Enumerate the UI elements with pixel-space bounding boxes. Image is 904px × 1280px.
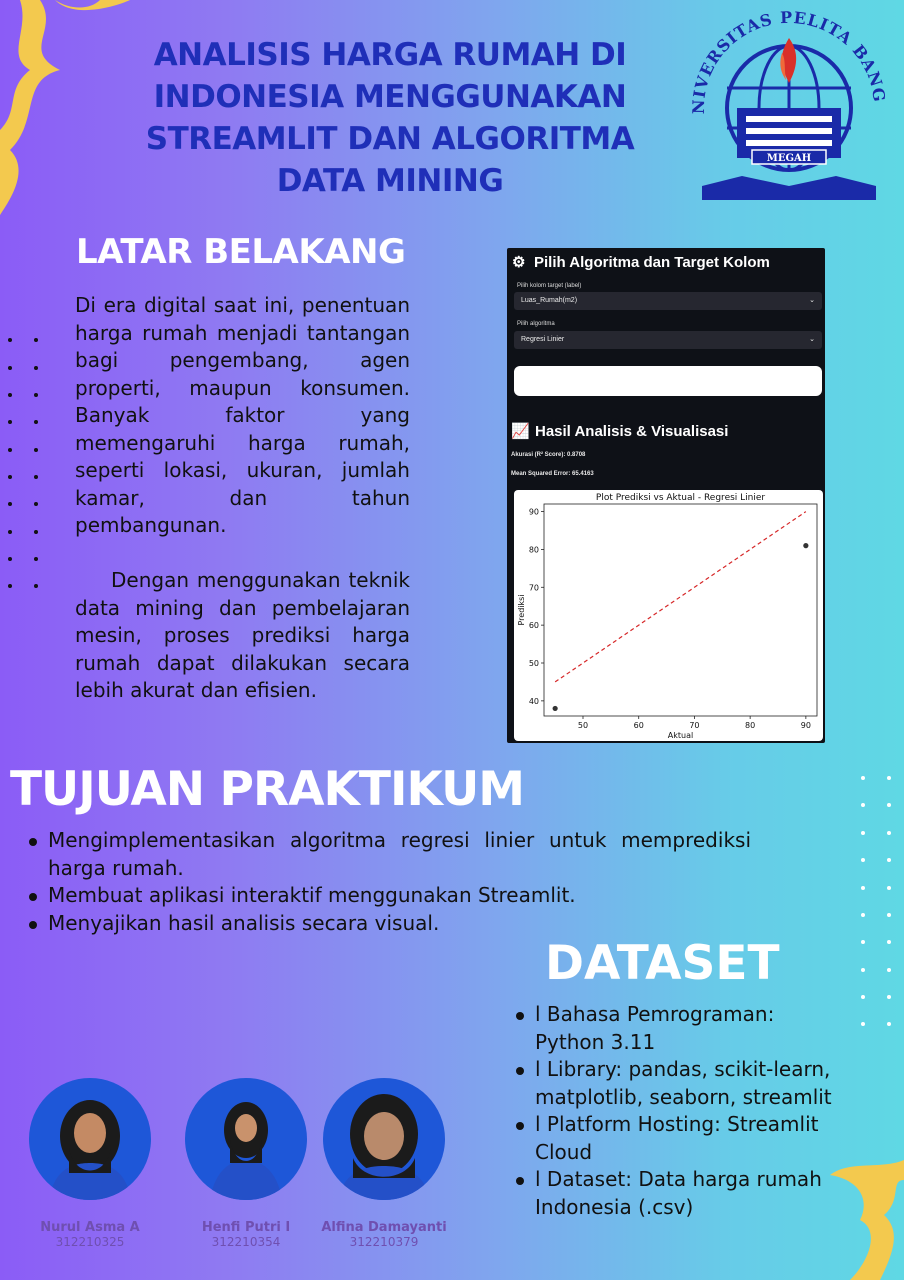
logo-banner: MEGAH — [767, 153, 811, 164]
x-tick-label: 90 — [801, 721, 811, 730]
target-select-value: Luas_Rumah(m2) — [521, 297, 578, 304]
chevron-down-icon: ⌄ — [809, 336, 815, 343]
chevron-down-icon: ⌄ — [809, 297, 815, 304]
y-axis-label: Prediksi — [517, 594, 526, 625]
plot-card: Plot Prediksi vs Aktual - Regresi Linier… — [514, 490, 823, 741]
list-item: Mengimplementasikan algoritma regresi li… — [24, 827, 751, 882]
avatar — [323, 1078, 445, 1200]
accuracy-text: Akurasi (R² Score): 0.8708 — [511, 452, 586, 458]
member-nim: 312210325 — [55, 1235, 125, 1249]
panel-header-2: Hasil Analisis & Visualisasi — [535, 423, 729, 440]
algo-select[interactable]: Regresi Linier ⌄ — [514, 331, 822, 349]
y-tick-label: 70 — [529, 583, 539, 592]
target-select[interactable]: Luas_Rumah(m2) ⌄ — [514, 292, 822, 310]
tujuan-heading: TUJUAN PRAKTIKUM — [10, 762, 525, 817]
scatter-point — [552, 705, 558, 712]
x-tick-label: 70 — [689, 721, 699, 730]
latar-paragraph-2: Dengan menggunakan teknik data mining da… — [75, 568, 410, 702]
algo-label: Pilih algoritma — [517, 321, 555, 327]
chart-title: Plot Prediksi vs Aktual - Regresi Linier — [596, 493, 766, 503]
list-item: l Dataset: Data harga rumah Indonesia (.… — [511, 1166, 841, 1221]
x-axis-label: Aktual — [668, 731, 693, 740]
list-item: Menyajikan hasil analisis secara visual. — [24, 910, 751, 938]
target-label: Pilih kolom target (label) — [517, 283, 582, 289]
scatter-point — [803, 543, 809, 549]
x-tick-label: 80 — [745, 721, 755, 730]
streamlit-screenshot: ⚙ Pilih Algoritma dan Target Kolom Pilih… — [507, 248, 825, 743]
latar-heading: LATAR BELAKANG — [76, 232, 406, 272]
y-tick-label: 50 — [529, 659, 539, 668]
x-tick-label: 50 — [578, 721, 588, 730]
member-nim: 312210354 — [211, 1235, 281, 1249]
latar-paragraph-1: Di era digital saat ini, penentuan harga… — [75, 293, 410, 537]
y-tick-label: 90 — [529, 508, 539, 517]
y-tick-label: 80 — [529, 545, 539, 554]
dataset-list: l Bahasa Pemrograman: Python 3.11 l Libr… — [511, 1001, 841, 1221]
list-item: Membuat aplikasi interaktif menggunakan … — [24, 882, 751, 910]
y-tick-label: 40 — [529, 697, 539, 706]
blank-output-box — [514, 366, 822, 396]
team-member: Nurul Asma A 312210325 — [10, 1078, 170, 1249]
team-member: Henfi Putri I 312210354 — [166, 1078, 326, 1249]
algo-select-value: Regresi Linier — [521, 336, 565, 343]
member-name: Henfi Putri I — [201, 1220, 291, 1235]
avatar — [29, 1078, 151, 1200]
x-tick-label: 60 — [634, 721, 644, 730]
panel-header-1: Pilih Algoritma dan Target Kolom — [534, 254, 770, 271]
member-nim: 312210379 — [349, 1235, 419, 1249]
gear-icon: ⚙ — [512, 254, 526, 271]
poster-title: ANALISIS HARGA RUMAH DI INDONESIA MENGGU… — [145, 37, 635, 199]
team-member: Alfina Damayanti 312210379 — [304, 1078, 464, 1249]
y-tick-label: 60 — [529, 621, 539, 630]
member-name: Nurul Asma A — [40, 1220, 140, 1235]
avatar — [185, 1078, 307, 1200]
list-item: l Platform Hosting: Streamlit Cloud — [511, 1111, 841, 1166]
university-logo: UNIVERSITAS PELITA BANGSA MEGAH — [682, 8, 888, 200]
tujuan-list: Mengimplementasikan algoritma regresi li… — [24, 827, 751, 937]
list-item: l Library: pandas, scikit-learn, matplot… — [511, 1056, 841, 1111]
mse-text: Mean Squared Error: 65.4163 — [511, 471, 594, 477]
prediction-chart: Plot Prediksi vs Aktual - Regresi Linier… — [517, 493, 818, 740]
member-name: Alfina Damayanti — [321, 1220, 447, 1235]
chart-icon: 📈 — [511, 423, 530, 440]
plot-frame — [543, 503, 818, 717]
list-item: l Bahasa Pemrograman: Python 3.11 — [511, 1001, 841, 1056]
dataset-heading: DATASET — [545, 936, 780, 991]
